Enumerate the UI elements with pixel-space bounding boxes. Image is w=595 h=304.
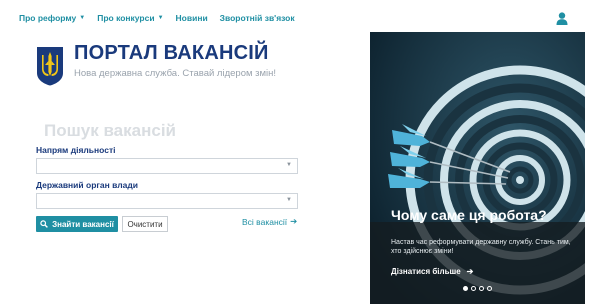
trident-shield-icon xyxy=(37,47,63,86)
nav-item-contests[interactable]: Про конкурси ▼ xyxy=(97,13,163,23)
site-tagline: Нова державна служба. Ставай лідером змі… xyxy=(74,68,277,79)
search-icon xyxy=(40,220,49,228)
nav-item-feedback[interactable]: Зворотній зв'язок xyxy=(220,13,295,23)
nav-item-label: Про реформу xyxy=(19,13,77,23)
nav-item-news[interactable]: Новини xyxy=(176,13,208,23)
chevron-down-icon: ▼ xyxy=(286,162,292,168)
nav-item-label: Новини xyxy=(175,13,208,23)
all-vacancies-label: Всі вакансії xyxy=(242,216,288,227)
learn-more-label: Дізнатися більше xyxy=(391,267,461,276)
chevron-down-icon: ▼ xyxy=(286,197,292,203)
nav-item-reform[interactable]: Про реформу ▼ xyxy=(19,13,85,23)
learn-more-link[interactable]: Дізнатися більше ➔ xyxy=(391,267,473,276)
user-icon[interactable] xyxy=(556,12,568,25)
all-vacancies-link[interactable]: Всі вакансії ➔ xyxy=(242,216,297,227)
site-title: ПОРТАЛ ВАКАНСІЙ xyxy=(74,42,269,64)
government-body-select[interactable]: ▼ xyxy=(36,193,298,209)
clear-label: Очистити xyxy=(127,219,163,229)
government-body-label: Державний орган влади xyxy=(36,180,139,190)
arrow-right-icon: ➔ xyxy=(466,267,474,276)
nav-item-label: Зворотній зв'язок xyxy=(219,13,295,23)
carousel-dot[interactable] xyxy=(471,286,476,291)
arrow-right-icon: ➔ xyxy=(290,216,298,226)
chevron-down-icon: ▼ xyxy=(79,15,86,21)
carousel-dot[interactable] xyxy=(463,286,468,291)
hero-banner: Чому саме ця робота? Настав час реформув… xyxy=(370,32,585,304)
hero-title: Чому саме ця робота? xyxy=(391,207,547,223)
carousel-dots xyxy=(463,286,492,291)
hero-overlay xyxy=(370,222,585,304)
chevron-down-icon: ▼ xyxy=(157,15,164,21)
nav-item-label: Про конкурси xyxy=(97,13,155,23)
find-vacancies-label: Знайти вакансії xyxy=(52,219,114,229)
hero-description: Настав час реформувати державну службу. … xyxy=(391,239,571,255)
carousel-dot[interactable] xyxy=(479,286,484,291)
activity-direction-select[interactable]: ▼ xyxy=(36,158,298,174)
carousel-dot[interactable] xyxy=(487,286,492,291)
top-nav: Про реформу ▼ Про конкурси ▼ Новини Звор… xyxy=(19,8,295,28)
clear-button[interactable]: Очистити xyxy=(122,216,168,232)
find-vacancies-button[interactable]: Знайти вакансії xyxy=(36,216,118,232)
search-title: Пошук вакансій xyxy=(44,121,176,140)
activity-direction-label: Напрям діяльності xyxy=(36,145,116,155)
